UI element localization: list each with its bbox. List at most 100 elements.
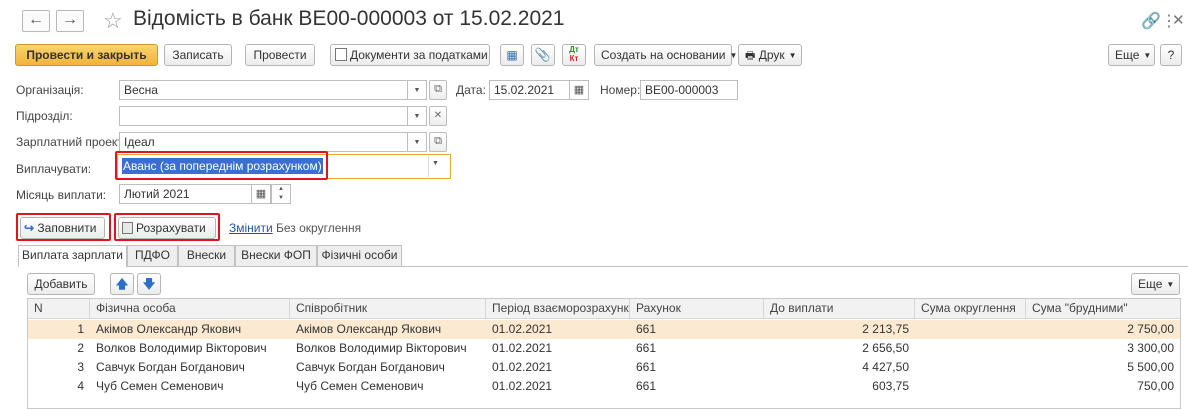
number-field[interactable]: ВЕ00-000003: [640, 80, 738, 100]
division-clear-button[interactable]: ✕: [429, 106, 447, 126]
table-cell: 1: [77, 322, 84, 336]
table-cell: Волков Володимир Вікторович: [96, 341, 267, 355]
date-calendar-button[interactable]: ▦: [569, 80, 589, 100]
paperclip-icon: 📎: [534, 47, 552, 62]
more-label: Еще: [1115, 48, 1140, 62]
table-cell: [915, 339, 1026, 358]
organization-dropdown[interactable]: ▼: [407, 80, 427, 100]
organization-open-button[interactable]: ⧉: [429, 80, 447, 100]
salary-project-open-button[interactable]: ⧉: [429, 132, 447, 152]
column-header[interactable]: Рахунок: [630, 299, 764, 319]
chevron-down-icon: ▼: [729, 50, 738, 60]
table-row[interactable]: 2 Волков Володимир Вікторович Волков Вол…: [28, 339, 1180, 358]
close-icon[interactable]: ✕: [1172, 11, 1185, 29]
table-cell: 01.02.2021: [492, 360, 553, 374]
salary-project-field[interactable]: Ідеал: [119, 132, 408, 152]
tab-pdfo[interactable]: ПДФО: [127, 245, 178, 266]
add-button[interactable]: Добавить: [27, 273, 95, 295]
arrow-up-icon: 🡅: [115, 277, 129, 291]
table-cell: Чуб Семен Семенович: [296, 379, 424, 393]
pay-month-label: Місяць виплати:: [16, 188, 107, 202]
pay-month-field[interactable]: Лютий 2021: [119, 184, 252, 204]
column-header[interactable]: До виплати: [764, 299, 915, 319]
table-cell: Акімов Олександр Якович: [296, 322, 442, 336]
structure-button[interactable]: ▦: [500, 44, 524, 66]
table-cell: 4 427,50: [862, 360, 909, 374]
tab-salary-payment[interactable]: Виплата зарплати: [18, 245, 127, 267]
table-cell: 4: [77, 379, 84, 393]
date-label: Дата:: [456, 83, 486, 97]
chevron-down-icon[interactable]: ▼: [272, 194, 290, 203]
table-more-label: Еще: [1138, 277, 1163, 291]
organization-label: Організація:: [16, 83, 84, 97]
write-button[interactable]: Записать: [164, 44, 232, 66]
create-based-on-button[interactable]: Создать на основании ▼: [594, 44, 737, 66]
print-button[interactable]: 🖶 Друк ▼: [738, 44, 802, 66]
division-dropdown[interactable]: ▼: [407, 106, 427, 126]
table-row[interactable]: 1 Акімов Олександр Якович Акімов Олексан…: [28, 320, 1180, 339]
post-and-close-button[interactable]: Провести и закрыть: [15, 44, 158, 66]
date-field[interactable]: 15.02.2021: [489, 80, 570, 100]
pay-type-label: Виплачувати:: [16, 162, 92, 176]
attachments-button[interactable]: 📎: [531, 44, 555, 66]
debit-credit-icon: Дт Кт: [569, 45, 579, 63]
table-more-button[interactable]: Еще ▼: [1131, 273, 1180, 295]
column-header[interactable]: Сума округлення: [915, 299, 1026, 319]
organization-field[interactable]: Весна: [119, 80, 408, 100]
divider: [428, 156, 429, 177]
column-header[interactable]: N: [28, 299, 90, 319]
table-row[interactable]: 3 Савчук Богдан Богданович Савчук Богдан…: [28, 358, 1180, 377]
table-cell: 661: [636, 341, 657, 355]
calendar-icon: ▦: [573, 84, 585, 96]
table-cell: [915, 320, 1026, 339]
table-cell: Чуб Семен Семенович: [96, 379, 224, 393]
change-link[interactable]: Змінити: [229, 221, 273, 235]
salary-project-dropdown[interactable]: ▼: [407, 132, 427, 152]
chevron-up-icon[interactable]: ▲: [272, 185, 290, 194]
calendar-icon: ▦: [255, 188, 267, 200]
chevron-down-icon[interactable]: ▼: [432, 160, 439, 167]
back-button[interactable]: ←: [22, 10, 50, 32]
page-title: Відомість в банк ВЕ00-000003 от 15.02.20…: [133, 7, 565, 30]
tax-docs-button[interactable]: Документи за податками: [330, 44, 490, 66]
rounding-text: Без округлення: [276, 221, 362, 235]
table-cell: 2 656,50: [862, 341, 909, 355]
table-cell: 01.02.2021: [492, 341, 553, 355]
column-header[interactable]: Фізична особа: [90, 299, 290, 319]
chevron-down-icon: ▼: [1166, 279, 1175, 289]
forward-button[interactable]: →: [56, 10, 84, 32]
star-icon[interactable]: ☆: [103, 8, 123, 34]
open-icon: ⧉: [434, 135, 442, 147]
table-cell: 2 750,00: [1127, 322, 1174, 336]
table-cell: 3 300,00: [1127, 341, 1174, 355]
link-icon[interactable]: 🔗: [1141, 11, 1161, 31]
tab-contributions[interactable]: Внески: [178, 245, 235, 266]
column-header[interactable]: Сума "брудними": [1026, 299, 1180, 319]
tab-individuals[interactable]: Фізичні особи: [317, 245, 402, 266]
more-button[interactable]: Еще ▼: [1108, 44, 1155, 66]
table-row[interactable]: 4 Чуб Семен Семенович Чуб Семен Семенови…: [28, 377, 1180, 396]
table-cell: Савчук Богдан Богданович: [96, 360, 245, 374]
chevron-down-icon: ▼: [1143, 50, 1152, 60]
column-header[interactable]: Співробітник: [290, 299, 486, 319]
print-label: Друк: [758, 48, 785, 62]
table-cell: 603,75: [872, 379, 909, 393]
month-stepper[interactable]: ▲ ▼: [271, 184, 291, 204]
month-calendar-button[interactable]: ▦: [251, 184, 271, 204]
table-cell: 5 500,00: [1127, 360, 1174, 374]
move-down-button[interactable]: 🡇: [137, 273, 161, 295]
help-button[interactable]: ?: [1160, 44, 1182, 66]
number-label: Номер:: [600, 83, 641, 97]
chevron-down-icon: ▼: [413, 87, 421, 94]
debit-credit-button[interactable]: Дт Кт: [562, 44, 586, 66]
post-button[interactable]: Провести: [245, 44, 315, 66]
division-field[interactable]: [119, 106, 408, 126]
division-label: Підрозділ:: [16, 109, 73, 123]
highlight-calculate: [114, 213, 220, 241]
move-up-button[interactable]: 🡅: [110, 273, 134, 295]
table-cell: 661: [636, 379, 657, 393]
salary-project-label: Зарплатний проект:: [16, 135, 127, 149]
column-header[interactable]: Період взаєморозрахунків: [486, 299, 630, 319]
arrow-left-icon: ←: [28, 11, 44, 28]
tab-fop-contributions[interactable]: Внески ФОП: [235, 245, 317, 266]
